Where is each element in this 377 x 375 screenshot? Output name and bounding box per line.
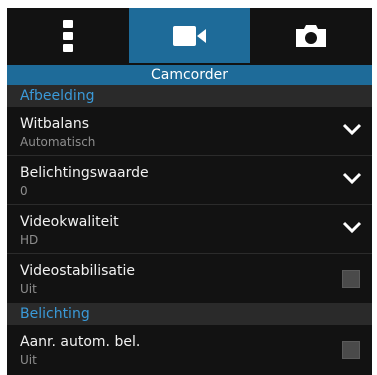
tab-video[interactable] bbox=[128, 8, 251, 63]
setting-value: Automatisch bbox=[20, 135, 96, 149]
setting-value: 0 bbox=[20, 184, 28, 198]
setting-title: Videostabilisatie bbox=[20, 263, 136, 279]
tab-photo[interactable] bbox=[250, 8, 372, 63]
camera-icon bbox=[296, 24, 327, 47]
tab-more-options[interactable] bbox=[7, 8, 129, 63]
mode-title: Camcorder bbox=[150, 67, 229, 83]
section-header-afbeelding: Afbeelding bbox=[7, 85, 372, 107]
auto-low-light-checkbox[interactable] bbox=[342, 341, 360, 359]
setting-value: HD bbox=[20, 233, 39, 247]
setting-title: Witbalans bbox=[20, 116, 90, 132]
setting-title: Belichtingswaarde bbox=[20, 165, 149, 181]
camera-settings-panel: Camcorder Afbeelding Witbalans Automatis… bbox=[7, 8, 372, 375]
setting-title: Aanr. autom. bel. bbox=[20, 334, 141, 350]
mode-title-bar: Camcorder bbox=[7, 63, 372, 85]
chevron-down-icon[interactable] bbox=[342, 122, 362, 136]
setting-value: Uit bbox=[20, 353, 37, 367]
video-camera-icon bbox=[172, 25, 206, 46]
setting-value: Uit bbox=[20, 282, 37, 296]
mode-tabs bbox=[7, 8, 372, 63]
setting-white-balance[interactable]: Witbalans Automatisch bbox=[7, 107, 372, 156]
video-stabilization-checkbox[interactable] bbox=[342, 270, 360, 288]
section-header-label: Afbeelding bbox=[20, 88, 95, 104]
setting-auto-low-light[interactable]: Aanr. autom. bel. Uit bbox=[7, 325, 372, 374]
chevron-down-icon[interactable] bbox=[342, 220, 362, 234]
setting-exposure-value[interactable]: Belichtingswaarde 0 bbox=[7, 156, 372, 205]
section-header-belichting: Belichting bbox=[7, 303, 372, 325]
section-header-label: Belichting bbox=[20, 306, 90, 322]
more-vertical-icon bbox=[62, 19, 73, 52]
setting-video-stabilization[interactable]: Videostabilisatie Uit bbox=[7, 254, 372, 303]
chevron-down-icon[interactable] bbox=[342, 171, 362, 185]
setting-title: Videokwaliteit bbox=[20, 214, 119, 230]
setting-video-quality[interactable]: Videokwaliteit HD bbox=[7, 205, 372, 254]
